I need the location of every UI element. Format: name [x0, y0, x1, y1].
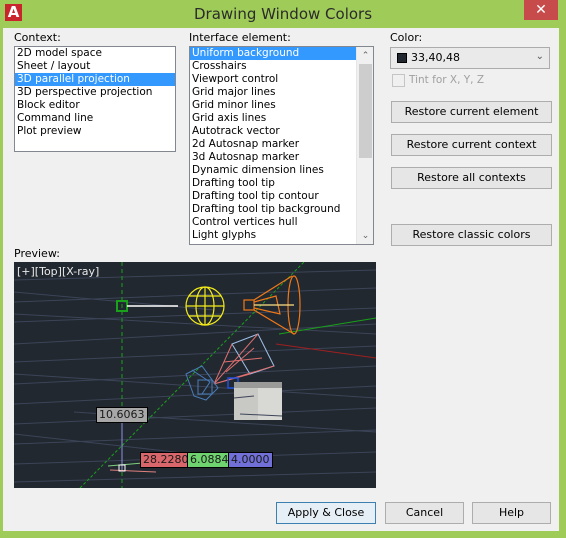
interface-element-list-item[interactable]: 3d Autosnap marker [190, 151, 373, 164]
context-list-item[interactable]: 2D model space [15, 47, 175, 60]
restore-all-contexts-button[interactable]: Restore all contexts [391, 167, 552, 189]
interface-element-label: Interface element: [189, 31, 291, 44]
red-axis-line [275, 343, 376, 359]
interface-element-list-item[interactable]: Drafting tool tip [190, 177, 373, 190]
ucs-x-axis [109, 469, 157, 473]
context-list-item[interactable]: Command line [15, 112, 175, 125]
context-list-item[interactable]: 3D perspective projection [15, 86, 175, 99]
interface-element-scrollbar[interactable]: ⌃ ⌄ [356, 47, 373, 244]
dimension-y-box: 6.0884 [187, 452, 232, 468]
preview-label: Preview: [14, 247, 60, 260]
color-label: Color: [390, 31, 423, 44]
interface-element-list-item[interactable]: Drafting tool tip contour [190, 190, 373, 203]
close-button[interactable]: ✕ [524, 0, 558, 20]
chevron-down-icon: ⌄ [535, 51, 544, 62]
tint-checkbox-row[interactable]: Tint for X, Y, Z [392, 74, 512, 88]
solid-box [233, 382, 283, 420]
dialog-body: Context: 2D model space Sheet / layout 3D … [3, 28, 559, 531]
tint-label: Tint for X, Y, Z [409, 74, 485, 86]
window-title: Drawing Window Colors [193, 5, 373, 23]
interface-element-list-item[interactable]: Grid axis lines [190, 112, 373, 125]
restore-current-element-button[interactable]: Restore current element [391, 101, 552, 123]
context-list-item[interactable]: Plot preview [15, 125, 175, 138]
scroll-up-icon[interactable]: ⌃ [357, 47, 373, 64]
apply-close-button[interactable]: Apply & Close [276, 502, 376, 524]
scrollbar-thumb[interactable] [359, 64, 372, 158]
interface-element-list-item[interactable]: Dynamic dimension lines [190, 164, 373, 177]
interface-element-list-item[interactable]: Viewport control [190, 73, 373, 86]
context-listbox[interactable]: 2D model space Sheet / layout 3D parallel … [14, 46, 176, 152]
dimension-z-box: 10.6063 [96, 407, 148, 423]
interface-element-list-item[interactable]: Control vertices hull [190, 216, 373, 229]
color-value: 33,40,48 [411, 51, 460, 64]
context-list-item[interactable]: 3D parallel projection [15, 73, 175, 86]
interface-element-list-item[interactable]: Grid major lines [190, 86, 373, 99]
interface-element-list-item[interactable]: Light glyphs [190, 229, 373, 242]
interface-element-listbox[interactable]: Uniform background Crosshairs Viewport con… [189, 46, 374, 245]
grid-lines [14, 269, 376, 483]
dimension-w-box: 4.0000 [228, 452, 273, 468]
cancel-button[interactable]: Cancel [385, 502, 464, 524]
close-icon: ✕ [535, 2, 547, 18]
viewport-controls[interactable]: [+][Top][X-ray] [17, 265, 99, 278]
context-list-item[interactable]: Block editor [15, 99, 175, 112]
interface-element-list-item[interactable]: Drafting tool tip background [190, 203, 373, 216]
scroll-down-icon[interactable]: ⌄ [357, 227, 373, 244]
dialog-window: A Drawing Window Colors ✕ Context: 2D mo… [0, 0, 566, 538]
interface-element-list-item[interactable]: Grid minor lines [190, 99, 373, 112]
point-light-glyph [185, 286, 225, 326]
interface-element-list-item[interactable]: Autotrack vector [190, 125, 373, 138]
restore-classic-colors-button[interactable]: Restore classic colors [391, 224, 552, 246]
spot-light-glyph [243, 275, 301, 335]
context-list-item[interactable]: Sheet / layout [15, 60, 175, 73]
camera-glyph [213, 333, 275, 385]
dimension-x-box: 28.2280 [140, 452, 192, 468]
interface-element-list-item[interactable]: Crosshairs [190, 60, 373, 73]
interface-element-list-item[interactable]: 2d Autosnap marker [190, 138, 373, 151]
title-bar[interactable]: A Drawing Window Colors ✕ [0, 0, 566, 28]
restore-current-context-button[interactable]: Restore current context [391, 134, 552, 156]
interface-element-list-item[interactable]: Uniform background [190, 47, 373, 60]
help-button[interactable]: Help [472, 502, 551, 524]
tint-checkbox[interactable] [392, 74, 405, 87]
context-label: Context: [14, 31, 61, 44]
preview-viewport: [+][Top][X-ray] 10.6063 28.2280 6.0884 4… [14, 262, 376, 488]
color-dropdown[interactable]: 33,40,48 ⌄ [390, 47, 550, 69]
color-swatch [397, 53, 407, 63]
